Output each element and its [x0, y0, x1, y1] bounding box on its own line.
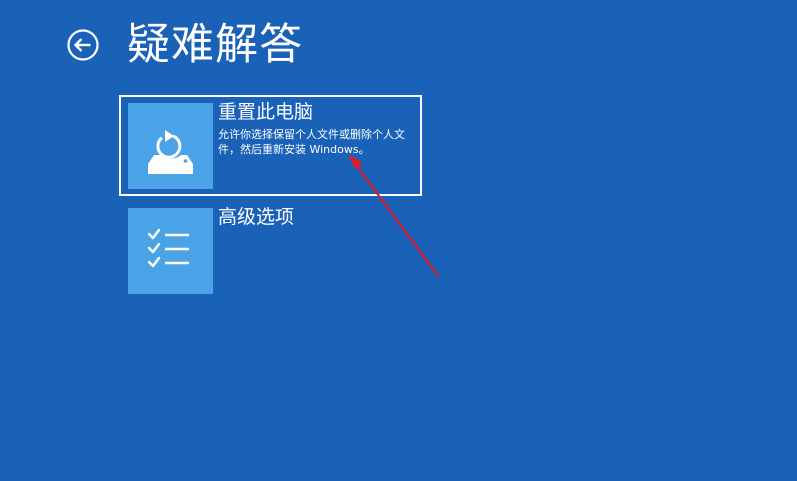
back-button[interactable]: [66, 28, 100, 62]
reset-pc-option[interactable]: 重置此电脑 允许你选择保留个人文件或删除个人文件，然后重新安装 Windows。: [119, 95, 422, 196]
advanced-options-tile: [128, 208, 213, 294]
reset-pc-tile: [128, 103, 213, 189]
reset-pc-icon: [148, 130, 193, 174]
page-title: 疑难解答: [127, 20, 303, 70]
checklist-icon: [147, 228, 189, 268]
reset-pc-description: 允许你选择保留个人文件或删除个人文件，然后重新安装 Windows。: [218, 128, 405, 156]
back-arrow-icon: [67, 29, 99, 61]
reset-pc-title: 重置此电脑: [218, 101, 314, 123]
advanced-options-title: 高级选项: [218, 206, 295, 228]
advanced-options-option[interactable]: 高级选项: [119, 200, 422, 301]
